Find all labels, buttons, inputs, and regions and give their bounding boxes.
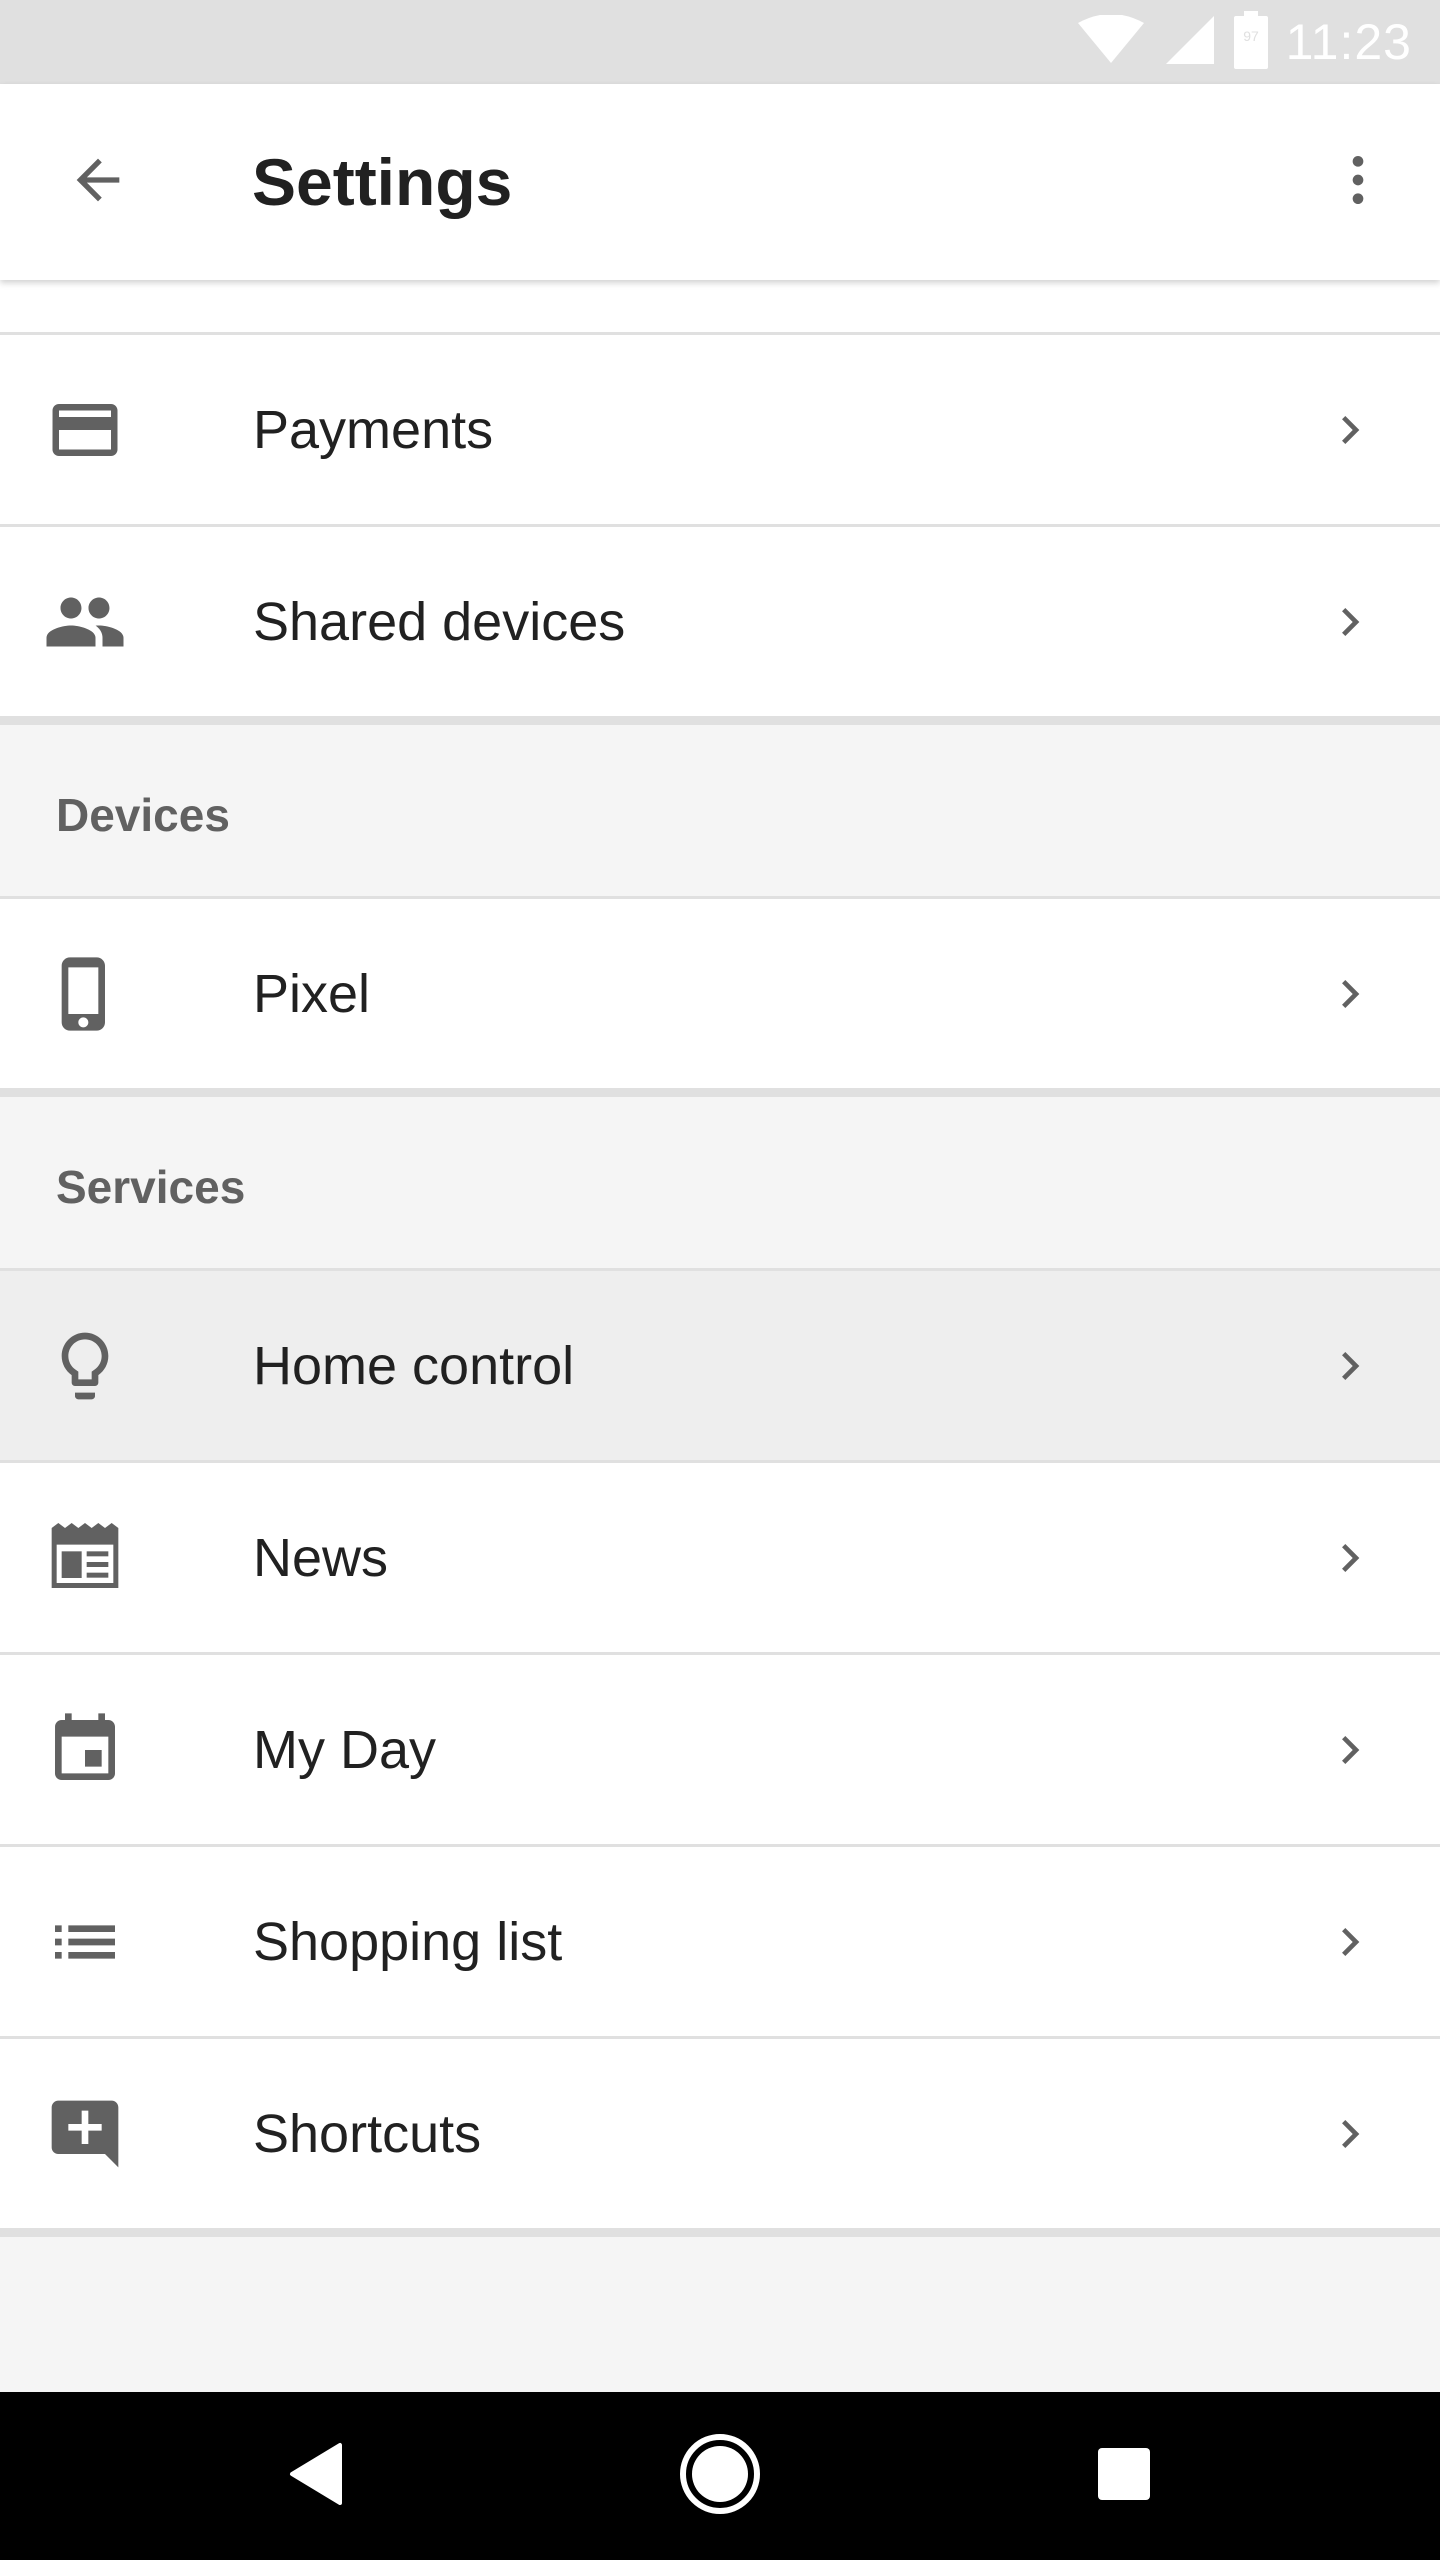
settings-item-label: My Day	[253, 1719, 437, 1780]
list-end-divider	[0, 2231, 1440, 2237]
settings-item-shared-devices[interactable]: Shared devices	[0, 527, 1440, 719]
settings-item-label: Pixel	[253, 963, 371, 1024]
status-time: 11:23	[1285, 14, 1412, 70]
page-title: Settings	[252, 145, 513, 219]
settings-item-label: Shortcuts	[253, 2103, 482, 2164]
settings-item-label: Shared devices	[253, 591, 626, 652]
wifi-icon	[1076, 13, 1146, 70]
list-top-strip	[0, 280, 1440, 335]
chevron-right-icon	[1320, 2104, 1380, 2164]
screen: 97 11:23 Settings Payments Shared device…	[0, 0, 1440, 2560]
people-icon	[40, 577, 130, 667]
credit-card-icon	[40, 385, 130, 475]
section-label: Devices	[56, 789, 230, 841]
section-label: Services	[56, 1161, 246, 1213]
chevron-right-icon	[1320, 1336, 1380, 1396]
settings-item-label: Home control	[253, 1335, 575, 1396]
nav-home-button[interactable]	[660, 2416, 780, 2536]
settings-item-label: News	[253, 1527, 389, 1588]
chevron-right-icon	[1320, 1912, 1380, 1972]
status-icons: 97 11:23	[1076, 0, 1412, 84]
list-icon	[40, 1897, 130, 1987]
lightbulb-icon	[40, 1321, 130, 1411]
nav-back-button[interactable]	[256, 2416, 376, 2536]
settings-item-news[interactable]: News	[0, 1463, 1440, 1655]
chevron-right-icon	[1320, 592, 1380, 652]
overflow-menu-button[interactable]	[1308, 132, 1408, 232]
app-bar: Settings	[0, 84, 1440, 280]
chevron-right-icon	[1320, 964, 1380, 1024]
settings-item-my-day[interactable]: My Day	[0, 1655, 1440, 1847]
phone-icon	[40, 949, 130, 1039]
recents-square-icon	[1096, 2446, 1152, 2507]
chevron-right-icon	[1320, 1720, 1380, 1780]
settings-list: Payments Shared devices Devices Pixel Se…	[0, 280, 1440, 2392]
back-button[interactable]	[48, 132, 148, 232]
settings-item-home-control[interactable]: Home control	[0, 1271, 1440, 1463]
nav-recents-button[interactable]	[1064, 2416, 1184, 2536]
settings-item-label: Shopping list	[253, 1911, 563, 1972]
battery-icon: 97	[1233, 10, 1268, 74]
more-vert-icon	[1326, 148, 1390, 217]
arrow-back-icon	[66, 148, 130, 217]
settings-item-shopping-list[interactable]: Shopping list	[0, 1847, 1440, 2039]
calendar-icon	[40, 1705, 130, 1795]
home-circle-icon	[678, 2432, 762, 2521]
settings-item-payments[interactable]: Payments	[0, 335, 1440, 527]
svg-text:97: 97	[1243, 28, 1259, 44]
newspaper-icon	[40, 1513, 130, 1603]
signal-icon	[1164, 14, 1216, 71]
settings-item-pixel[interactable]: Pixel	[0, 899, 1440, 1091]
back-triangle-icon	[286, 2441, 346, 2512]
settings-item-shortcuts[interactable]: Shortcuts	[0, 2039, 1440, 2231]
chevron-right-icon	[1320, 1528, 1380, 1588]
add-comment-icon	[40, 2089, 130, 2179]
section-header-services: Services	[0, 1091, 1440, 1271]
status-bar: 97 11:23	[0, 0, 1440, 84]
settings-item-label: Payments	[253, 399, 494, 460]
system-nav-bar	[0, 2392, 1440, 2560]
section-header-devices: Devices	[0, 719, 1440, 899]
chevron-right-icon	[1320, 400, 1380, 460]
